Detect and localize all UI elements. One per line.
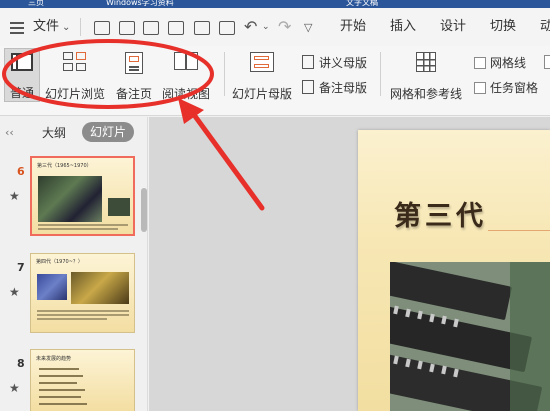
menu-animation[interactable]: 动画	[540, 8, 550, 46]
star-icon: ★	[9, 381, 20, 395]
thumb-text-line	[38, 228, 118, 230]
notes-page-label: 备注页	[115, 87, 152, 101]
reading-view-button[interactable]: 阅读视图	[160, 48, 212, 102]
thumb-text-line	[39, 375, 83, 377]
taskpane-label: 任务窗格	[490, 81, 539, 95]
notes-master-button[interactable]: 备注母版	[302, 79, 367, 97]
tab-slides[interactable]: 幻灯片	[82, 122, 135, 142]
normal-view-label: 普通	[9, 86, 34, 100]
thumb-text-line	[37, 318, 107, 320]
menu-transition[interactable]: 切换	[490, 8, 516, 46]
chevron-down-icon[interactable]: ⌄	[62, 22, 70, 33]
chip-photo	[390, 262, 550, 411]
slide-sorter-button[interactable]: 幻灯片浏览	[44, 48, 106, 102]
tab-outline[interactable]: 大纲	[42, 124, 66, 141]
gridlines-checkbox[interactable]: 网格线	[474, 54, 526, 72]
slide-thumbnail-7[interactable]: 第四代（1970~？）	[30, 253, 135, 333]
menu-design[interactable]: 设计	[440, 8, 466, 46]
redo-icon[interactable]: ↷	[278, 17, 291, 36]
checkbox-box[interactable]	[544, 55, 550, 69]
thumb-image	[108, 198, 130, 216]
scrollbar-thumb[interactable]	[141, 188, 147, 232]
slide-number: 8	[17, 357, 25, 370]
print-preview-icon[interactable]	[219, 21, 235, 35]
slide-thumbnail-6[interactable]: 第三代（1965~1970）	[30, 156, 135, 236]
slide-number: 6	[17, 165, 25, 178]
notes-page-button[interactable]: 备注页	[113, 48, 155, 102]
thumb-title: 未来发展的趋势	[36, 356, 72, 362]
thumb-text-line	[37, 310, 129, 312]
slide-thumbnail-8[interactable]: 未来发展的趋势	[30, 349, 135, 411]
thumb-image	[37, 274, 67, 300]
notes-page-icon	[125, 52, 143, 74]
slide-sorter-icon	[63, 52, 87, 72]
star-icon: ★	[9, 189, 20, 203]
thumb-text-line	[39, 403, 87, 405]
divider	[80, 18, 81, 36]
current-slide[interactable]: 第三代	[358, 130, 550, 411]
slide-title[interactable]: 第三代	[394, 194, 487, 233]
reading-view-label: 阅读视图	[161, 87, 210, 101]
save-icon[interactable]	[143, 21, 159, 35]
export-icon[interactable]	[168, 21, 184, 35]
handout-master-label: 讲义母版	[319, 56, 368, 70]
divider	[380, 52, 381, 96]
gridlines-label: 网格线	[490, 56, 527, 70]
slide-master-icon	[250, 52, 274, 72]
checkbox-box[interactable]	[474, 57, 486, 69]
notes-master-label: 备注母版	[319, 81, 368, 95]
thumb-title: 第四代（1970~？）	[36, 259, 83, 265]
chevron-down-icon[interactable]: ⌄	[262, 22, 270, 32]
print-icon[interactable]	[194, 21, 210, 35]
new-file-icon[interactable]	[94, 21, 110, 35]
thumb-text-line	[37, 314, 129, 316]
file-menu[interactable]: 文件	[33, 8, 59, 46]
thumb-text-line	[39, 382, 77, 384]
title-underline	[488, 230, 550, 231]
document-tab[interactable]: Windows学习资料	[100, 0, 220, 8]
grid-icon	[416, 52, 436, 72]
thumb-image	[38, 176, 102, 222]
chip-photo-art	[390, 262, 550, 411]
document-tab[interactable]: 三页	[22, 0, 52, 8]
thumb-text-line	[38, 224, 128, 226]
handout-master-button[interactable]: 讲义母版	[302, 54, 367, 72]
menu-home[interactable]: 开始	[340, 8, 366, 46]
open-folder-icon[interactable]	[119, 21, 135, 35]
normal-view-icon	[11, 53, 33, 71]
document-tab[interactable]: 文字文稿	[340, 0, 420, 8]
title-bar	[0, 0, 550, 8]
book-icon	[174, 52, 198, 70]
thumb-title: 第三代（1965~1970）	[37, 163, 92, 169]
collapse-panel-icon[interactable]: ‹‹	[5, 126, 14, 139]
slide-number: 7	[17, 261, 25, 274]
thumb-text-line	[39, 389, 85, 391]
normal-view-button[interactable]: 普通	[4, 48, 40, 102]
handout-master-icon	[302, 55, 314, 69]
thumb-image	[71, 272, 129, 304]
divider	[224, 52, 225, 96]
menu-insert[interactable]: 插入	[390, 8, 416, 46]
undo-icon[interactable]: ↶	[244, 17, 257, 36]
slide-sorter-label: 幻灯片浏览	[44, 87, 105, 101]
menu-bar	[0, 8, 550, 46]
grid-guides-label: 网格和参考线	[389, 87, 462, 101]
star-icon: ★	[9, 285, 20, 299]
grid-guides-button[interactable]: 网格和参考线	[386, 48, 466, 102]
customize-toolbar-icon[interactable]: ▽	[304, 21, 312, 34]
checkbox-box[interactable]	[474, 82, 486, 94]
slide-master-label: 幻灯片母版	[231, 87, 292, 101]
hamburger-icon[interactable]	[10, 22, 24, 34]
slide-master-button[interactable]: 幻灯片母版	[230, 48, 294, 102]
notes-master-icon	[302, 80, 314, 94]
thumb-text-line	[39, 368, 79, 370]
thumb-text-line	[39, 396, 81, 398]
taskpane-checkbox[interactable]: 任务窗格	[474, 79, 538, 97]
